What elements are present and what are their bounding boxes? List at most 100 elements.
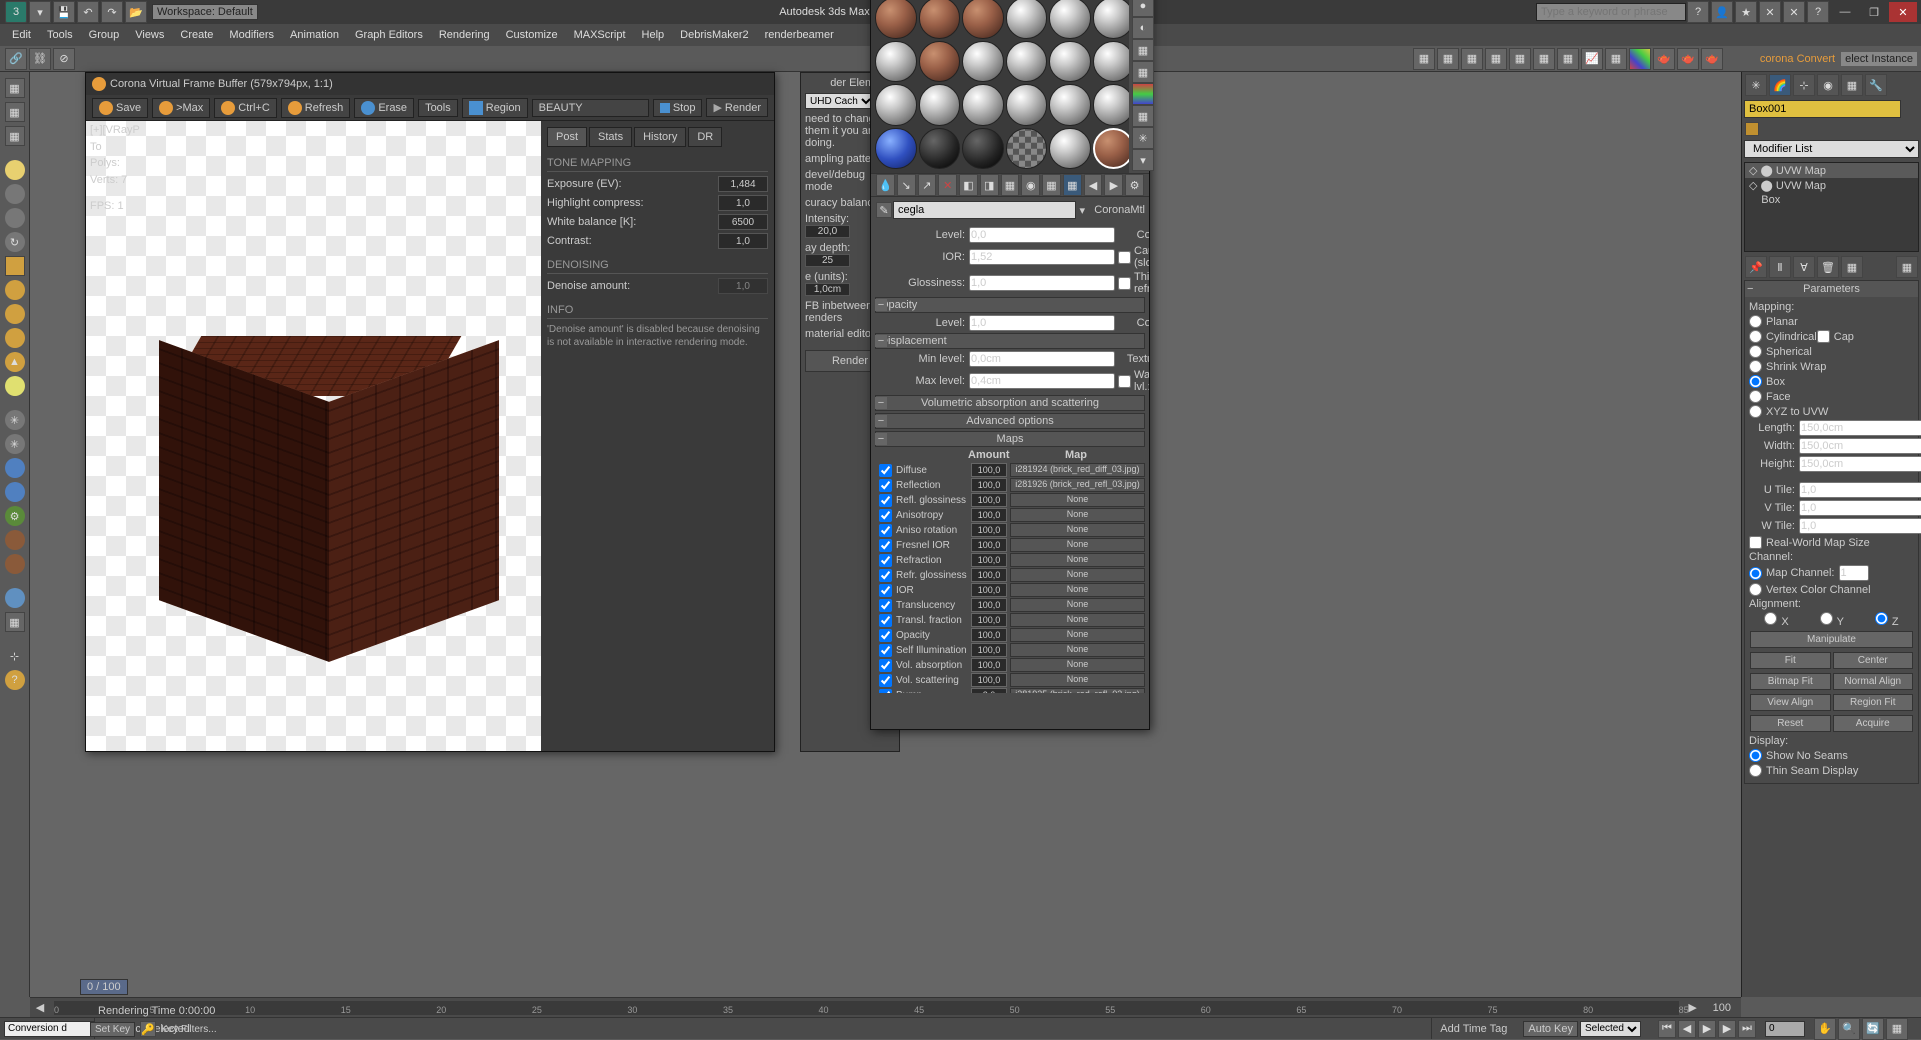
- vfb-stop[interactable]: Stop: [653, 99, 703, 117]
- goto-start-icon[interactable]: ⏮: [1658, 1020, 1676, 1038]
- fit-btn[interactable]: Fit: [1750, 652, 1831, 669]
- map-slot-button[interactable]: None: [1010, 598, 1145, 612]
- lt-snap1[interactable]: ▦: [5, 78, 25, 98]
- nav-pan-icon[interactable]: ✋: [1814, 1018, 1836, 1040]
- vtile-input[interactable]: [1799, 500, 1921, 516]
- me-tb-showmap[interactable]: ▦: [1042, 174, 1061, 196]
- me-material-name[interactable]: [893, 201, 1076, 219]
- me-side-icon[interactable]: ●: [1132, 0, 1154, 17]
- me-slot[interactable]: [875, 0, 917, 39]
- manipulate-btn[interactable]: Manipulate: [1750, 631, 1913, 648]
- map-enable-check[interactable]: [879, 479, 892, 492]
- modifier-stack[interactable]: ◇ ⬤ UVW Map ◇ ⬤ UVW Map Box: [1744, 162, 1919, 252]
- lt-coord[interactable]: ⊹: [5, 646, 25, 666]
- adv-rollout[interactable]: Advanced options: [875, 413, 1145, 429]
- project-icon[interactable]: 📂: [125, 1, 147, 23]
- me-slot[interactable]: [919, 128, 961, 170]
- rs-intensity[interactable]: [805, 225, 850, 238]
- lt-cone[interactable]: [5, 304, 25, 324]
- help-icon[interactable]: ?: [1687, 1, 1709, 23]
- goto-end-icon[interactable]: ⏭: [1738, 1020, 1756, 1038]
- cmd-hierarchy-icon[interactable]: ⊹: [1793, 74, 1815, 96]
- mapping-radio[interactable]: [1749, 345, 1762, 358]
- nav-orbit-icon[interactable]: 🔄: [1862, 1018, 1884, 1040]
- utile-input[interactable]: [1799, 482, 1921, 498]
- me-tb-copy[interactable]: ◧: [959, 174, 978, 196]
- tb-icon[interactable]: ▦: [1461, 48, 1483, 70]
- map-enable-check[interactable]: [879, 614, 892, 627]
- parameters-header[interactable]: Parameters: [1745, 281, 1918, 297]
- config2-icon[interactable]: ▦: [1896, 256, 1918, 278]
- lt-boxes[interactable]: ▦: [5, 612, 25, 632]
- acquire-btn[interactable]: Acquire: [1833, 715, 1914, 732]
- me-pick-icon[interactable]: ✎: [876, 202, 892, 218]
- schematic-icon[interactable]: ▦: [1605, 48, 1627, 70]
- me-tb-nav1[interactable]: ◀: [1084, 174, 1103, 196]
- axis-z[interactable]: [1875, 612, 1888, 625]
- op-level[interactable]: [969, 315, 1115, 331]
- qm-icon[interactable]: ?: [1807, 1, 1829, 23]
- me-slot[interactable]: [875, 84, 917, 126]
- cmd-display-icon[interactable]: ▦: [1841, 74, 1863, 96]
- me-side-icon[interactable]: ▦: [1132, 105, 1154, 127]
- me-slot[interactable]: [962, 41, 1004, 83]
- map-slot-button[interactable]: i281924 (brick_red_diff_03.jpg): [1010, 463, 1145, 477]
- render-icon[interactable]: 🫖: [1701, 48, 1723, 70]
- lt-blue[interactable]: [5, 588, 25, 608]
- menu-rendering[interactable]: Rendering: [431, 27, 498, 43]
- me-side-icon[interactable]: ▾: [1132, 149, 1154, 171]
- rs-uhd[interactable]: UHD Cache: [805, 93, 875, 109]
- caustics-check[interactable]: [1118, 251, 1131, 264]
- highlight-input[interactable]: [718, 195, 768, 211]
- me-tb-del[interactable]: ✕: [938, 174, 957, 196]
- add-time-tag[interactable]: Add Time Tag: [1431, 1018, 1515, 1039]
- height-input[interactable]: [1799, 456, 1921, 472]
- render-frame-icon[interactable]: 🫖: [1677, 48, 1699, 70]
- signin-icon[interactable]: 👤: [1711, 1, 1733, 23]
- map-slot-button[interactable]: i281925 (brick_red_refl_03.jpg): [1010, 688, 1145, 693]
- normalalign-btn[interactable]: Normal Align: [1833, 673, 1914, 690]
- map-slot-button[interactable]: None: [1010, 508, 1145, 522]
- star-icon[interactable]: ★: [1735, 1, 1757, 23]
- me-tb-showend[interactable]: ▦: [1063, 174, 1082, 196]
- stack-item[interactable]: ◇ ⬤ UVW Map: [1745, 163, 1918, 178]
- stack-item[interactable]: Box: [1745, 193, 1918, 207]
- map-amount[interactable]: [971, 598, 1007, 612]
- lt-s2[interactable]: [5, 482, 25, 502]
- align-icon[interactable]: ▦: [1533, 48, 1555, 70]
- mapping-radio[interactable]: [1749, 330, 1762, 343]
- me-slot[interactable]: [962, 84, 1004, 126]
- map-amount[interactable]: [971, 538, 1007, 552]
- corona-convert[interactable]: corona Convert: [1754, 53, 1841, 65]
- map-slot-button[interactable]: None: [1010, 523, 1145, 537]
- lt-sphere3[interactable]: [5, 280, 25, 300]
- vfb-render-view[interactable]: [86, 121, 541, 751]
- me-slot[interactable]: [875, 41, 917, 83]
- rs-units[interactable]: [805, 283, 850, 296]
- thin-check[interactable]: [1118, 277, 1131, 290]
- next-frame-icon[interactable]: ▶: [1718, 1020, 1736, 1038]
- map-enable-check[interactable]: [879, 584, 892, 597]
- map-slot-button[interactable]: None: [1010, 673, 1145, 687]
- rs-raydepth[interactable]: [805, 254, 850, 267]
- lt-snap3[interactable]: ▦: [5, 126, 25, 146]
- map-slot-button[interactable]: None: [1010, 493, 1145, 507]
- map-slot-button[interactable]: i281926 (brick_red_refl_03.jpg): [1010, 478, 1145, 492]
- map-enable-check[interactable]: [879, 629, 892, 642]
- mapping-radio[interactable]: [1749, 375, 1762, 388]
- cmd-modify-icon[interactable]: 🌈: [1769, 74, 1791, 96]
- map-enable-check[interactable]: [879, 569, 892, 582]
- timeline[interactable]: 0510152025303540455055606570758085: [54, 1001, 1679, 1015]
- me-tb-put[interactable]: ↘: [897, 174, 916, 196]
- object-name[interactable]: [1744, 100, 1901, 118]
- reset-btn[interactable]: Reset: [1750, 715, 1831, 732]
- vfb-tab-dr[interactable]: DR: [688, 127, 722, 147]
- lt-tri[interactable]: ▲: [5, 352, 25, 372]
- instance-dropdown[interactable]: elect Instance: [1841, 52, 1917, 66]
- lt-sphere1[interactable]: [5, 184, 25, 204]
- lt-s1[interactable]: [5, 458, 25, 478]
- map-amount[interactable]: [971, 568, 1007, 582]
- menu-tools[interactable]: Tools: [39, 27, 81, 43]
- me-slot[interactable]: [962, 128, 1004, 170]
- lt-grass[interactable]: ⚙: [5, 506, 25, 526]
